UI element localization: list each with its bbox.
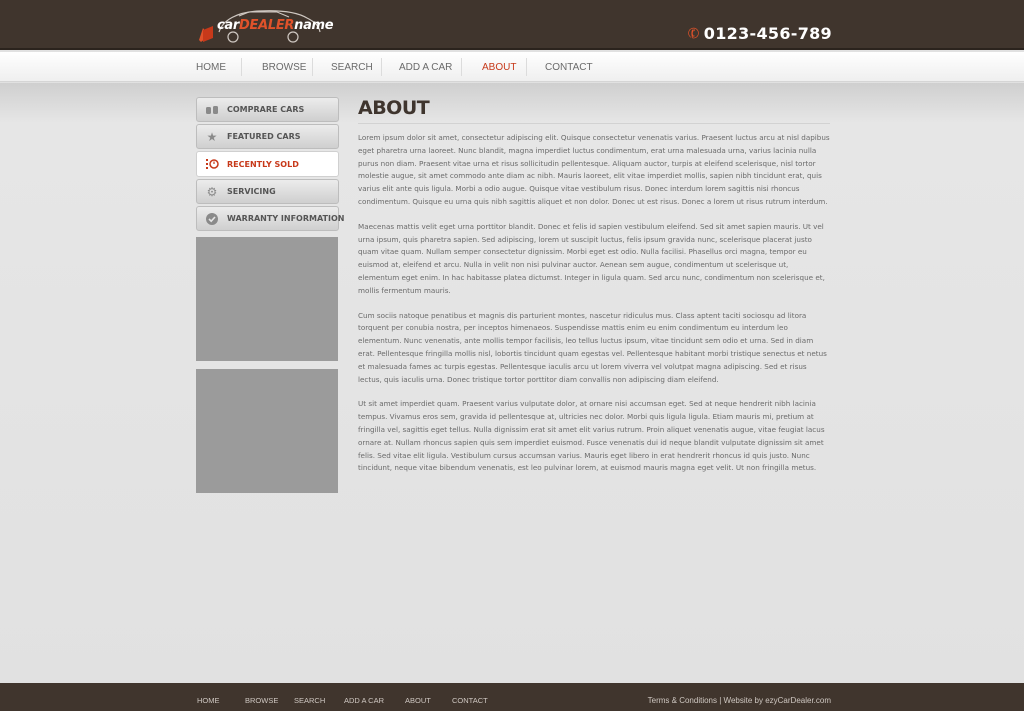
phone-icon: ✆	[685, 23, 703, 44]
sidebar-item-label: WARRANTY INFORMATION	[227, 214, 345, 223]
body-paragraph: Ut sit amet imperdiet quam. Praesent var…	[358, 399, 825, 473]
sidebar-item-warranty-information[interactable]: WARRANTY INFORMATION	[196, 206, 344, 231]
sidebar-item-compare-cars[interactable]: COMPRARE CARS	[196, 97, 339, 122]
footer-credits: Terms & Conditions | Website by ezyCarDe…	[648, 696, 831, 705]
ad-placeholder	[196, 369, 338, 493]
footer-link-browse[interactable]: BROWSE	[245, 696, 278, 705]
nav-contact[interactable]: CONTACT	[545, 62, 593, 73]
sidebar-item-featured-cars[interactable]: ★ FEATURED CARS	[196, 124, 339, 149]
main-content: ABOUT Lorem ipsum dolor sit amet, consec…	[358, 97, 830, 475]
nav-add-a-car[interactable]: ADD A CAR	[399, 62, 452, 73]
site-logo[interactable]: carDEALERname	[197, 6, 334, 44]
header-bar: carDEALERname ✆ 0123-456-789	[0, 0, 1024, 50]
sold-icon	[205, 157, 219, 171]
footer-link-home[interactable]: HOME	[197, 696, 220, 705]
phone-number: ✆ 0123-456-789	[685, 23, 832, 44]
nav-divider	[312, 58, 313, 76]
compare-icon	[205, 103, 219, 117]
gear-icon: ⚙	[206, 184, 218, 199]
nav-divider	[526, 58, 527, 76]
phone-text: 0123-456-789	[703, 24, 832, 43]
footer-link-contact[interactable]: CONTACT	[452, 696, 488, 705]
sidebar-item-label: SERVICING	[227, 187, 276, 196]
logo-text-name: name	[294, 18, 334, 33]
check-icon	[205, 212, 219, 226]
footer-link-search[interactable]: SEARCH	[294, 696, 325, 705]
nav-search[interactable]: SEARCH	[331, 62, 373, 73]
nav-divider	[461, 58, 462, 76]
website-credit-link[interactable]: Website by ezyCarDealer.com	[724, 696, 831, 705]
nav-divider	[241, 58, 242, 76]
nav-browse[interactable]: BROWSE	[262, 62, 306, 73]
sidebar-item-label: COMPRARE CARS	[227, 105, 305, 114]
nav-about[interactable]: ABOUT	[482, 62, 516, 73]
logo-text: carDEALERname	[217, 18, 334, 33]
body-paragraph: Cum sociis natoque penatibus et magnis d…	[358, 310, 827, 384]
footer: HOME BROWSE SEARCH ADD A CAR ABOUT CONTA…	[0, 683, 1024, 711]
body-paragraph: Lorem ipsum dolor sit amet, consectetur …	[358, 133, 830, 206]
main-nav: HOME BROWSE SEARCH ADD A CAR ABOUT CONTA…	[0, 52, 1024, 82]
terms-link[interactable]: Terms & Conditions	[648, 696, 717, 705]
logo-text-dealer: DEALER	[239, 18, 295, 33]
sidebar-item-label: FEATURED CARS	[227, 132, 301, 141]
sidebar-item-recently-sold[interactable]: RECENTLY SOLD	[196, 151, 339, 177]
page-title: ABOUT	[358, 97, 830, 124]
footer-link-add-a-car[interactable]: ADD A CAR	[344, 696, 384, 705]
ad-placeholder	[196, 237, 338, 361]
nav-home[interactable]: HOME	[196, 62, 226, 73]
footer-link-about[interactable]: ABOUT	[405, 696, 431, 705]
nav-divider	[381, 58, 382, 76]
sidebar: COMPRARE CARS ★ FEATURED CARS RECENTLY S…	[196, 97, 344, 493]
sidebar-item-servicing[interactable]: ⚙ SERVICING	[196, 179, 339, 204]
sidebar-item-label: RECENTLY SOLD	[227, 159, 299, 169]
footer-separator: |	[719, 696, 722, 705]
logo-text-car: car	[217, 18, 239, 33]
star-icon: ★	[206, 129, 218, 144]
body-paragraph: Maecenas mattis velit eget urna porttito…	[358, 221, 825, 295]
